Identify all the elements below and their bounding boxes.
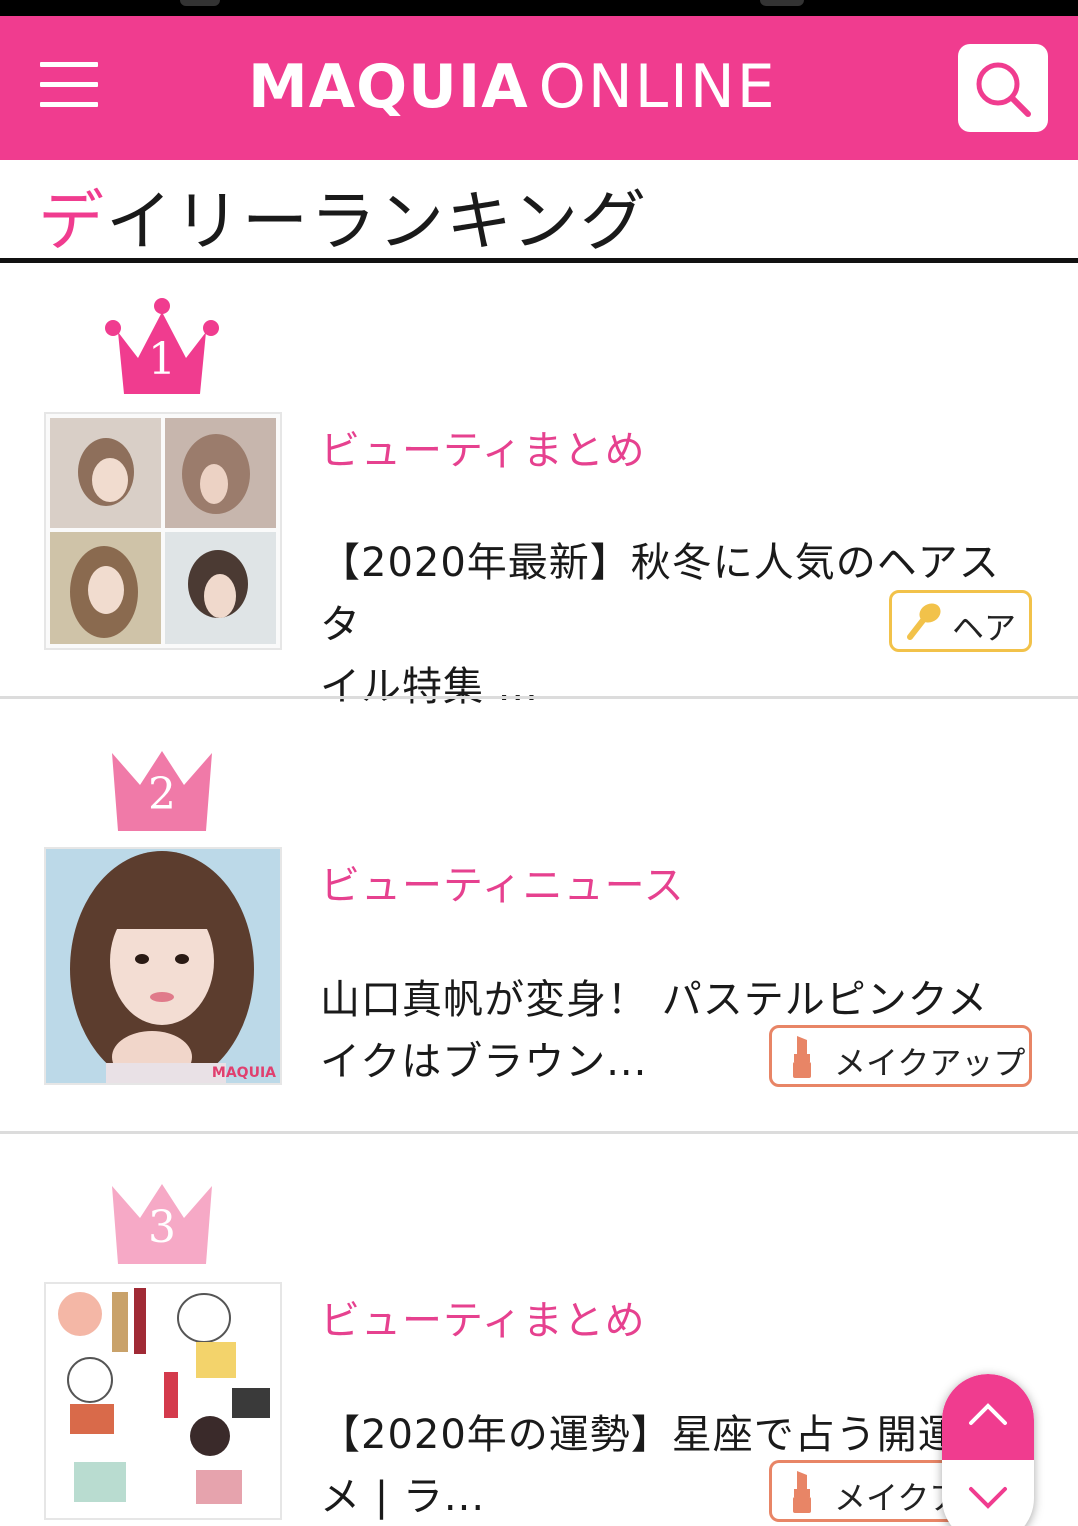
tag-hair[interactable]: ヘア (889, 590, 1032, 652)
title-divider (0, 258, 1078, 263)
thumbnail-watermark: MAQUIA (211, 1065, 276, 1081)
logo-bold-text: MAQUIA (248, 52, 529, 122)
article-category[interactable]: ビューティまとめ (320, 1288, 646, 1346)
tag-label: メイクアップ (834, 1044, 1026, 1082)
page-title-rest: イリーランキング (106, 183, 649, 260)
site-logo[interactable]: MAQUIA ONLINE (248, 52, 777, 122)
search-button[interactable] (958, 44, 1048, 132)
ranking-item-3[interactable]: 3 ビューティまとめ 【2020年の運勢】星座で占う開運 メ | ラ... メイ… (0, 1134, 1078, 1526)
lipstick-icon (793, 1471, 811, 1513)
ranking-item-1[interactable]: 1 ビューティまとめ 【2020年最新】秋冬に人気のヘアスタ イル特集 ... … (0, 264, 1078, 710)
status-bar (0, 0, 1078, 16)
rank-number: 3 (148, 1202, 176, 1253)
scroll-controls (942, 1374, 1034, 1526)
scroll-down-button[interactable] (942, 1460, 1034, 1526)
tag-label: ヘア (952, 609, 1017, 647)
tag-makeup[interactable]: メイクアップ (769, 1025, 1032, 1087)
hairbrush-icon (907, 603, 941, 640)
signal-icon (760, 0, 804, 6)
chevron-down-icon (969, 1487, 1007, 1509)
crown-icon: 2 (110, 749, 214, 833)
ranking-item-2[interactable]: 2 MAQUIA ビューティニュース 山口真帆が変身！ パステルピンクメ イクは… (0, 699, 1078, 1134)
article-thumbnail[interactable] (44, 412, 282, 650)
crown-icon: 3 (110, 1182, 214, 1266)
article-category[interactable]: ビューティまとめ (320, 418, 646, 476)
crown-icon: 1 (104, 296, 220, 396)
article-thumbnail[interactable] (44, 1282, 282, 1520)
page-title: デイリーランキング (38, 168, 648, 264)
lipstick-icon (793, 1036, 811, 1078)
chevron-up-icon (969, 1403, 1007, 1425)
search-icon (976, 62, 1031, 117)
hamburger-menu-icon[interactable] (40, 60, 98, 110)
rank-number: 2 (148, 769, 176, 820)
page-title-accent: デ (38, 183, 106, 260)
article-category[interactable]: ビューティニュース (320, 853, 685, 911)
logo-light-text: ONLINE (538, 52, 777, 122)
rank-number: 1 (148, 334, 176, 385)
status-bar-indicator (180, 0, 220, 6)
scroll-up-button[interactable] (942, 1374, 1034, 1460)
article-thumbnail[interactable]: MAQUIA (44, 847, 282, 1085)
tag-makeup[interactable]: メイクア (769, 1460, 969, 1522)
headline-line-1: 【2020年の運勢】星座で占う開運 (320, 1412, 959, 1458)
headline-line-1: 山口真帆が変身！ パステルピンクメ (320, 977, 989, 1023)
site-header: MAQUIA ONLINE (0, 16, 1078, 160)
